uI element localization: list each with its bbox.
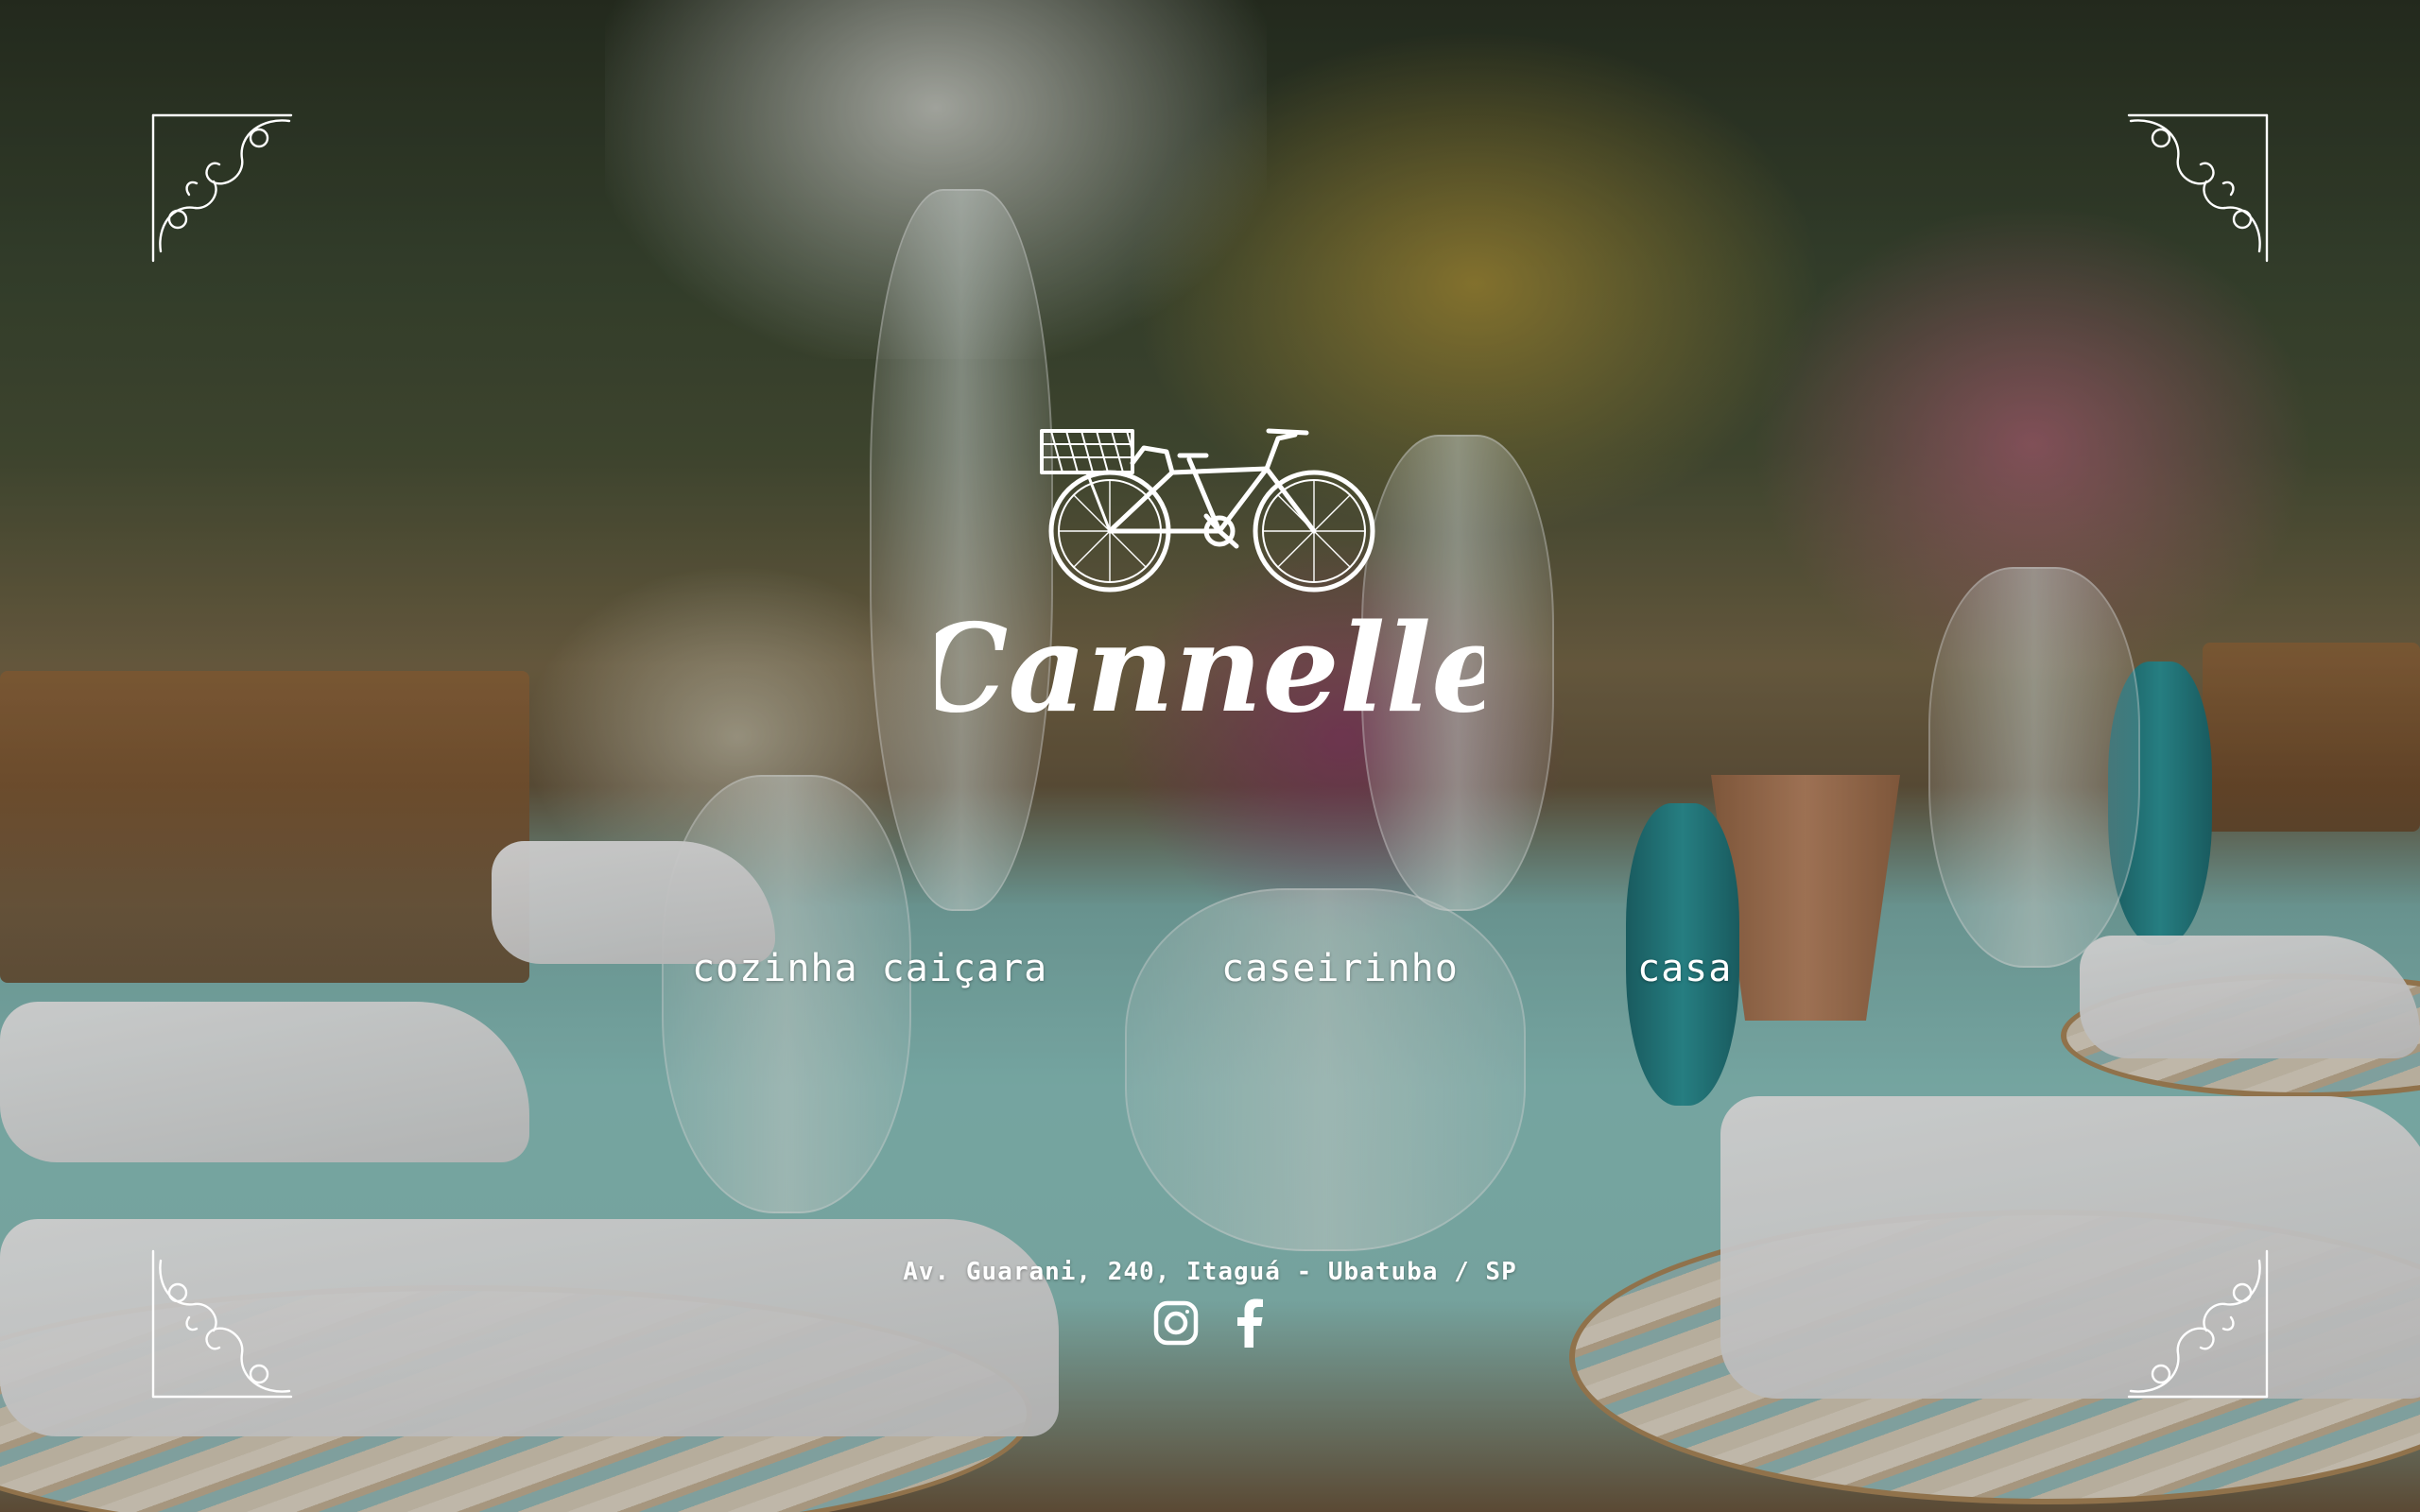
- nav-link-cozinha-caicara[interactable]: cozinha caiçara: [692, 940, 1047, 997]
- scroll-flourish-icon: [151, 113, 293, 263]
- brand-logo[interactable]: Cannelle: [936, 406, 1484, 737]
- address-text: Av. Guarani, 240, Itaguá - Ubatuba / SP: [903, 1258, 1517, 1286]
- instagram-icon[interactable]: [1151, 1297, 1201, 1349]
- facebook-icon[interactable]: [1225, 1297, 1274, 1349]
- scroll-flourish-icon: [2127, 113, 2269, 263]
- brand-wordmark: Cannelle: [936, 598, 1484, 737]
- landing-page: Cannelle cozinha caiçara caseirinho casa…: [0, 0, 2420, 1512]
- nav-link-caseirinho[interactable]: caseirinho: [1221, 940, 1459, 997]
- nav-link-casa[interactable]: casa: [1637, 940, 1732, 997]
- main-nav: cozinha caiçara caseirinho casa: [0, 940, 2420, 997]
- social-links: [1151, 1297, 1274, 1349]
- bicycle-with-basket-icon: [1040, 428, 1375, 593]
